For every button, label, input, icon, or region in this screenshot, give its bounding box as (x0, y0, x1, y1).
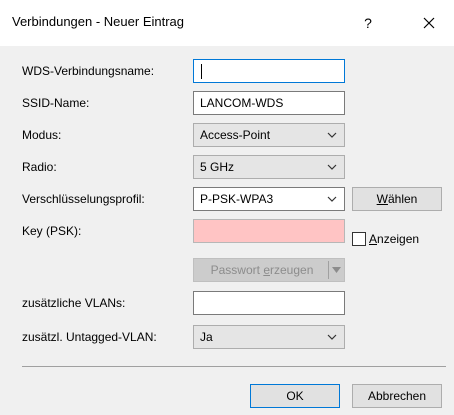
help-icon: ? (364, 15, 372, 31)
ssid-input[interactable] (194, 92, 344, 114)
chevron-down-icon (327, 132, 337, 138)
radio-value: 5 GHz (200, 160, 235, 174)
encryption-value: P-PSK-WPA3 (200, 192, 274, 206)
vlans-field[interactable] (193, 291, 345, 315)
show-key-label[interactable]: Anzeigen (369, 230, 419, 248)
dialog-window: Verbindungen - Neuer Eintrag ? WDS-Verbi… (0, 0, 454, 415)
encryption-label: Verschlüsselungsprofil: (22, 192, 145, 206)
close-icon (423, 17, 435, 29)
choose-profile-button[interactable]: Wählen (352, 187, 442, 211)
untagged-vlan-label: zusätzl. Untagged-VLAN: (22, 330, 157, 344)
chevron-down-icon (327, 164, 337, 170)
untagged-vlan-value: Ja (200, 330, 213, 344)
wds-name-field[interactable] (193, 59, 345, 83)
dropdown-arrow-icon[interactable] (332, 267, 341, 273)
mode-select[interactable]: Access-Point (193, 123, 345, 147)
wds-name-label: WDS-Verbindungsname: (22, 64, 155, 78)
ssid-label: SSID-Name: (22, 96, 90, 110)
chevron-down-icon (327, 196, 337, 202)
ssid-field[interactable] (193, 91, 345, 115)
mode-label: Modus: (22, 128, 62, 142)
split-separator (328, 261, 329, 279)
mode-value: Access-Point (200, 128, 271, 142)
cancel-label: Abbrechen (367, 389, 427, 403)
psk-label: Key (PSK): (22, 224, 82, 238)
ok-button[interactable]: OK (250, 384, 340, 408)
radio-label: Radio: (22, 160, 57, 174)
generate-password-button[interactable]: Passwort erzeugen (193, 258, 345, 282)
show-key-checkbox[interactable] (352, 232, 366, 246)
chevron-down-icon (327, 334, 337, 340)
dialog-title: Verbindungen - Neuer Eintrag (12, 14, 185, 29)
psk-field[interactable] (193, 219, 345, 243)
encryption-select[interactable]: P-PSK-WPA3 (193, 187, 345, 211)
footer-divider (22, 366, 446, 367)
wds-name-input[interactable] (194, 60, 344, 82)
title-bar: Verbindungen - Neuer Eintrag ? (0, 0, 454, 46)
choose-profile-label: Wählen (376, 192, 418, 206)
radio-select[interactable]: 5 GHz (193, 155, 345, 179)
close-button[interactable] (413, 8, 445, 38)
psk-input[interactable] (194, 220, 344, 242)
generate-password-label: Passwort erzeugen (210, 263, 314, 277)
text-caret (201, 64, 202, 79)
vlans-label: zusätzliche VLANs: (22, 296, 126, 310)
untagged-vlan-select[interactable]: Ja (193, 325, 345, 349)
cancel-button[interactable]: Abbrechen (352, 384, 442, 408)
help-button[interactable]: ? (352, 8, 384, 38)
vlans-input[interactable] (194, 292, 344, 314)
ok-label: OK (286, 389, 304, 403)
